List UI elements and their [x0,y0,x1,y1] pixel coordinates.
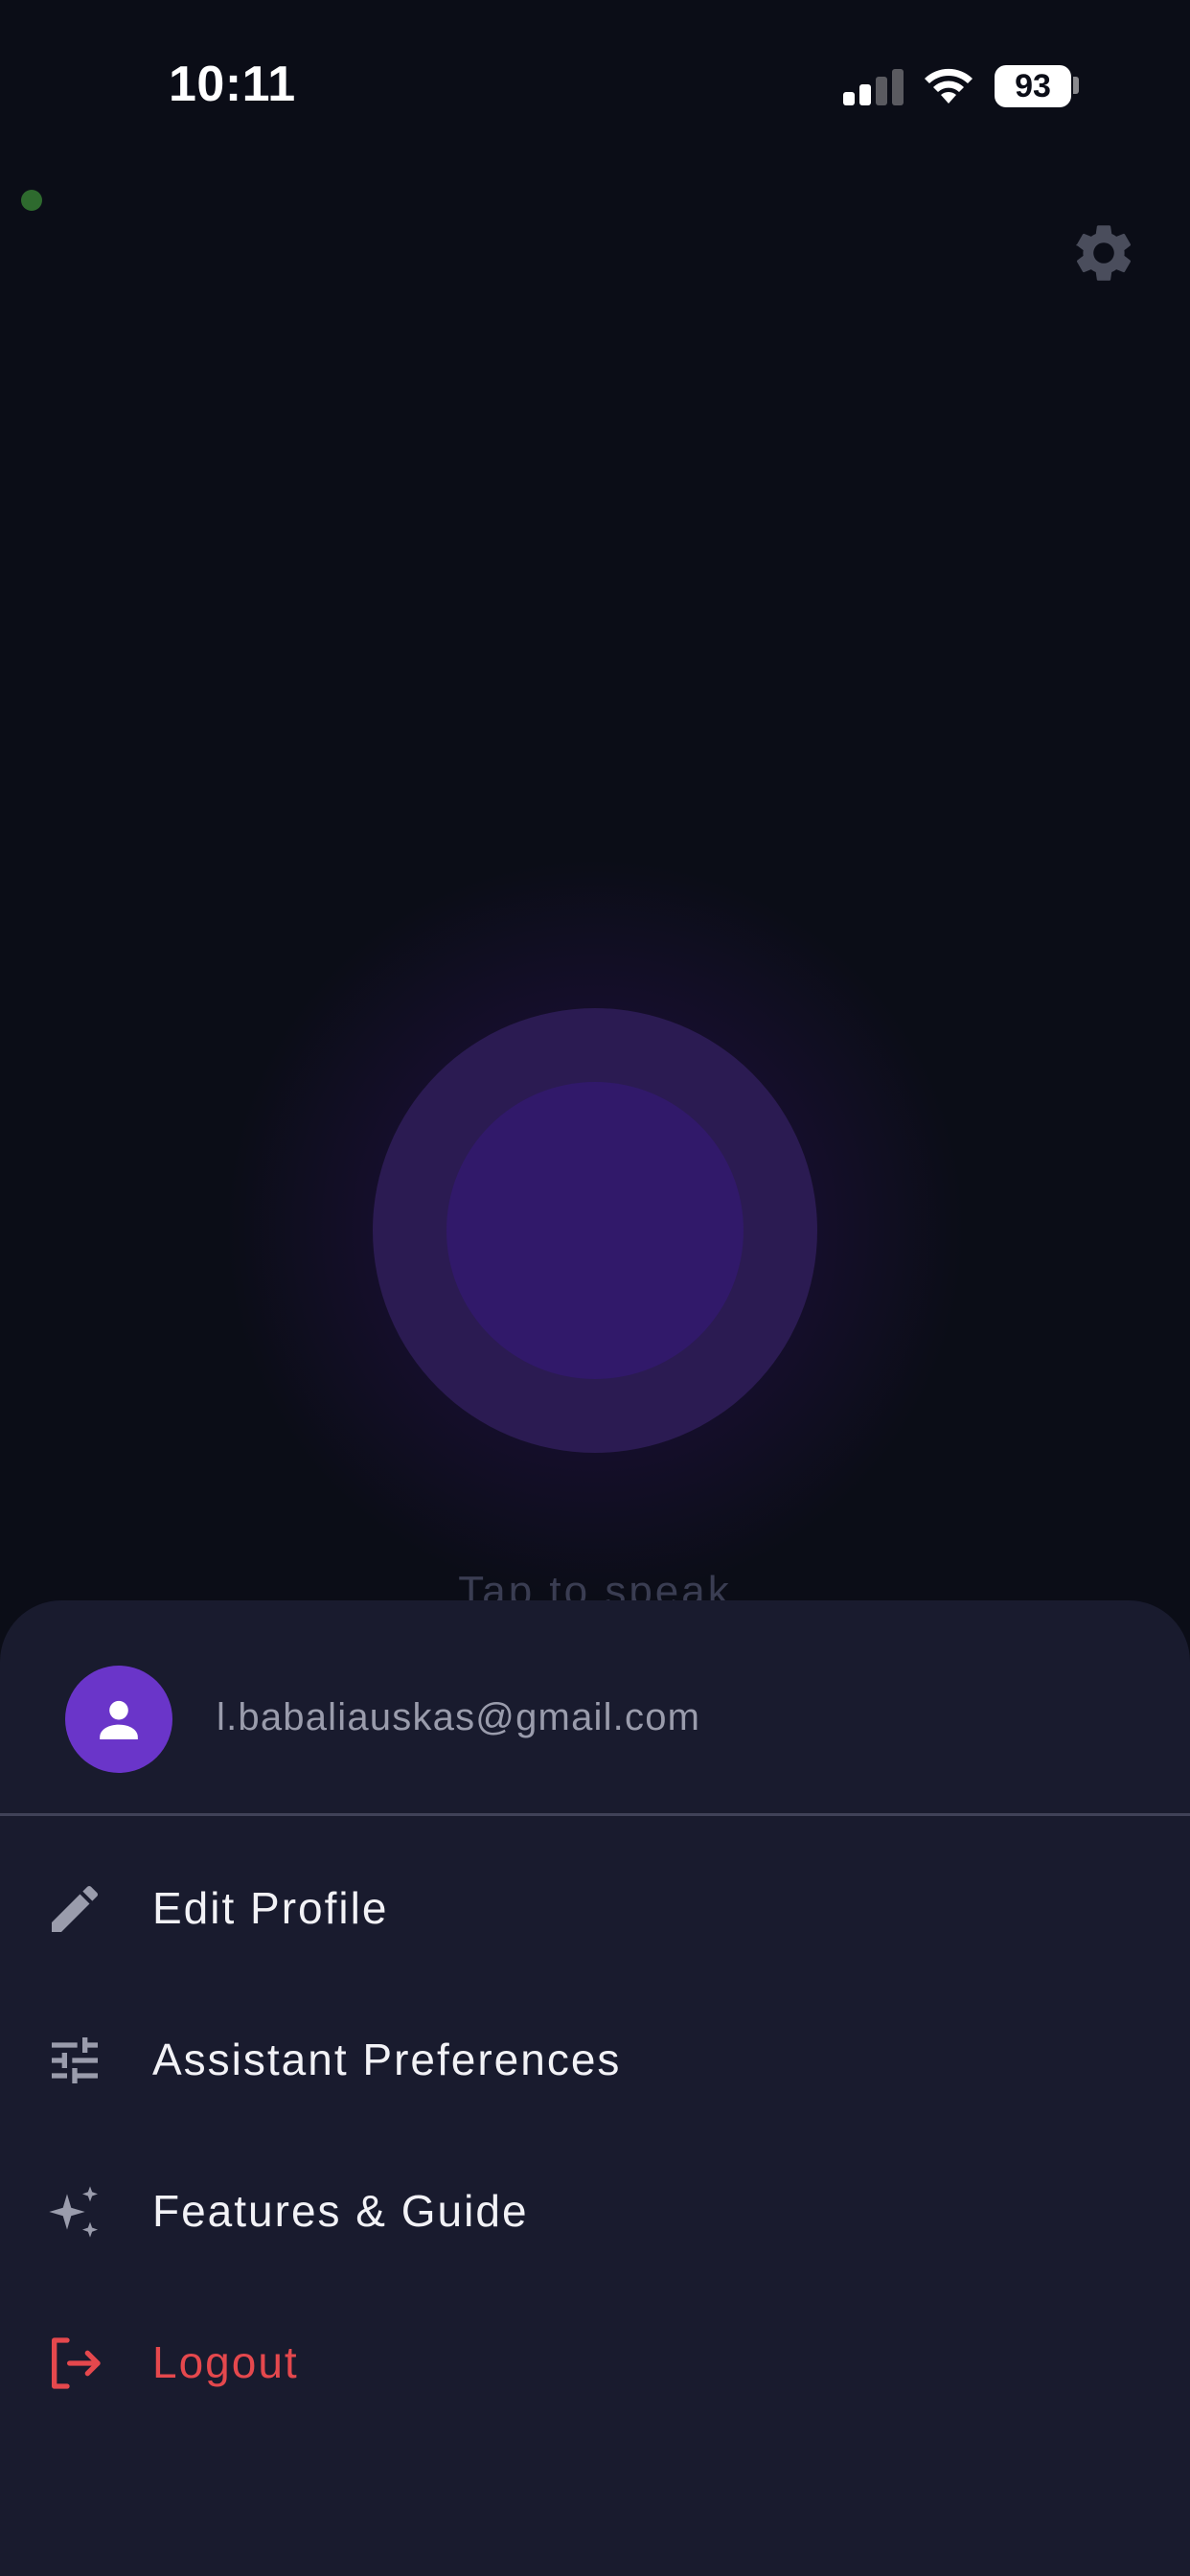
divider [0,1813,1190,1816]
gear-icon[interactable] [1069,218,1138,288]
menu-item-edit-profile[interactable]: Edit Profile [0,1832,1190,1982]
menu-item-label: Features & Guide [152,2186,529,2236]
menu-item-label: Edit Profile [152,1883,389,1933]
status-dot [21,190,42,211]
status-time: 10:11 [169,57,296,112]
person-icon [100,1700,138,1739]
cellular-signal-icon [843,67,904,105]
logout-icon [44,2333,105,2394]
battery-tip [1073,77,1079,94]
menu-item-logout[interactable]: Logout [0,2287,1190,2436]
menu-item-label: Logout [152,2337,299,2387]
pencil-icon [44,1878,105,1940]
sparkles-icon [44,2181,105,2242]
voice-orb-core[interactable] [446,1082,744,1379]
battery-indicator: 93 [995,65,1071,107]
app-screen: 10:11 93 Tap to speak l.babaliauskas@gma… [0,0,1190,2576]
menu-item-features-guide[interactable]: Features & Guide [0,2135,1190,2285]
account-bottom-sheet: l.babaliauskas@gmail.com Edit Profile As… [0,1600,1190,2576]
avatar [65,1666,172,1773]
sliders-icon [44,2030,105,2091]
menu-item-label: Assistant Preferences [152,2035,622,2084]
profile-row: l.babaliauskas@gmail.com [0,1600,1190,1815]
wifi-icon [920,63,977,107]
menu-item-assistant-preferences[interactable]: Assistant Preferences [0,1984,1190,2133]
account-email: l.babaliauskas@gmail.com [217,1696,701,1738]
